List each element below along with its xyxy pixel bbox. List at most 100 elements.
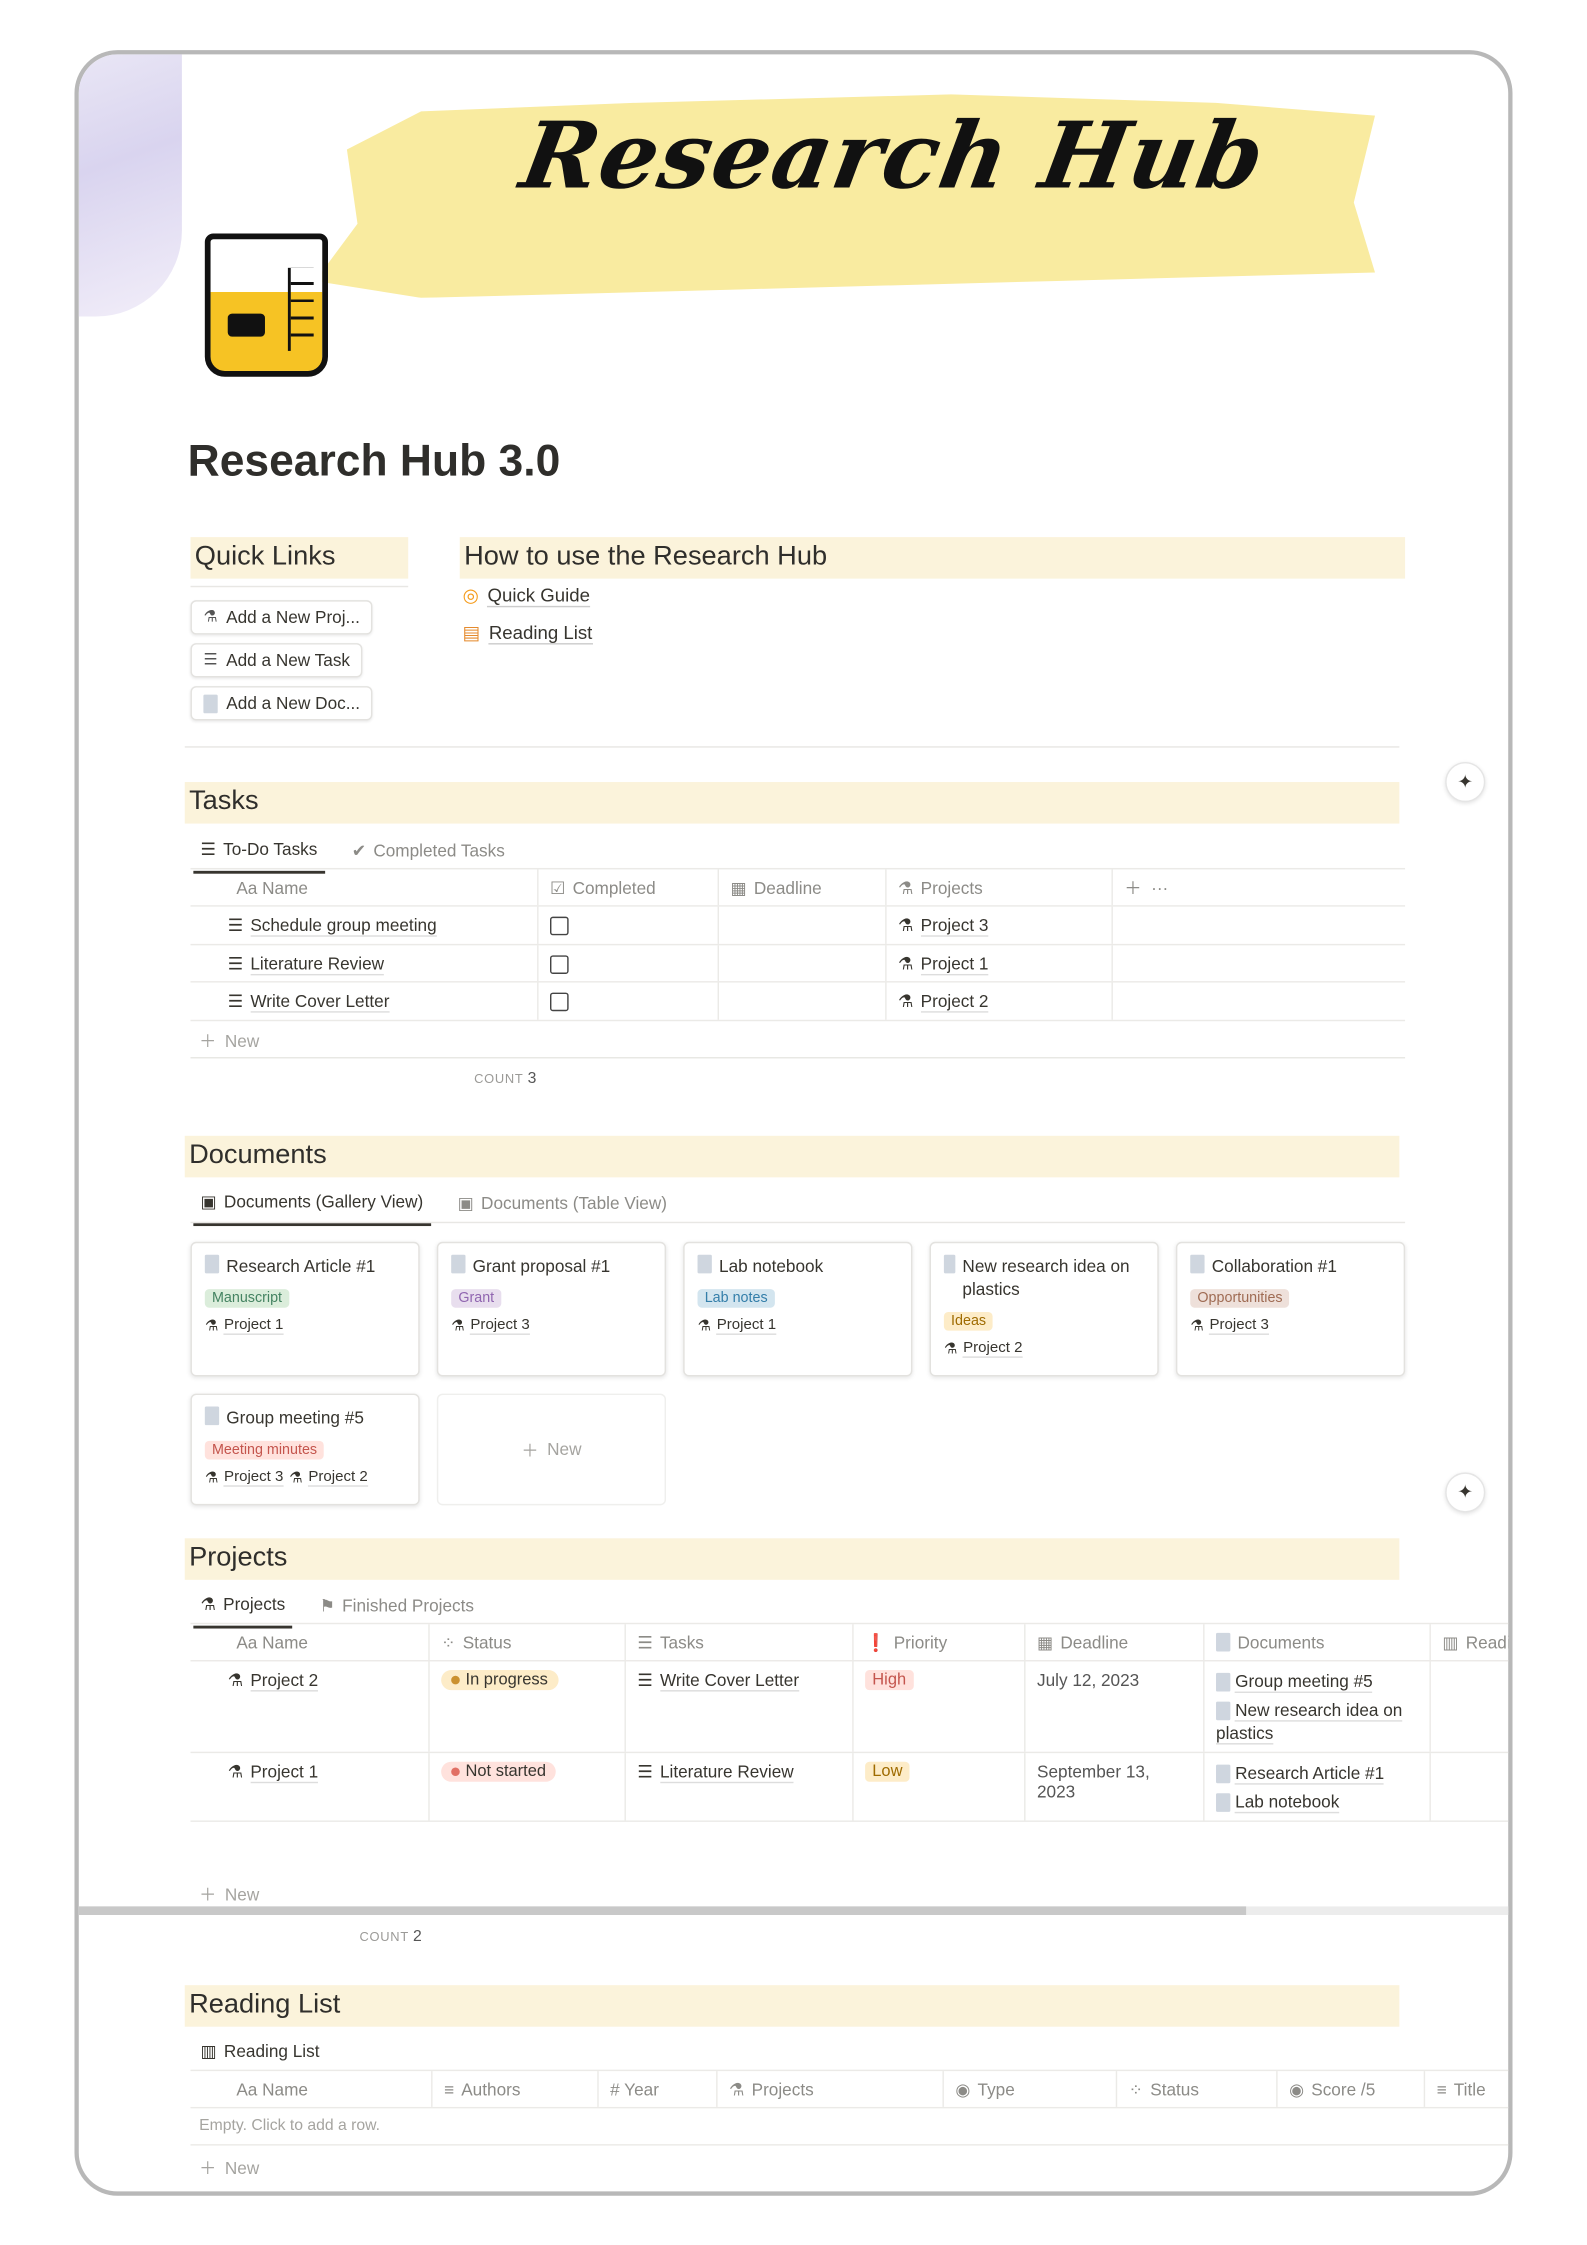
document-link[interactable]: Research Article #1 (1235, 1763, 1385, 1785)
priority-badge[interactable]: High (865, 1670, 914, 1691)
table-row[interactable]: ⚗ Project 1 Not started ☰ Literature Revie… (190, 1753, 1509, 1822)
task-link[interactable]: Literature Review (659, 1762, 794, 1784)
document-icon (1190, 1254, 1205, 1274)
checklist-icon: ☰ (200, 839, 216, 860)
document-card[interactable]: Research Article #1 Manuscript ⚗ Project … (190, 1241, 420, 1377)
task-name[interactable]: Literature Review (250, 953, 385, 975)
document-card[interactable]: New research idea on plastics Ideas ⚗ Pro… (929, 1241, 1159, 1377)
tab-reading-list[interactable]: ▥ Reading List (193, 2041, 326, 2073)
new-project-button[interactable]: ＋ New (199, 1882, 259, 1906)
column-status[interactable]: ⁘ Status (1117, 2071, 1278, 2107)
column-deadline[interactable]: ▦ Deadline (719, 869, 887, 906)
microscope-icon: ⚗ (697, 1316, 712, 1335)
column-priority[interactable]: ❗ Priority (854, 1624, 1026, 1661)
deadline-cell[interactable] (719, 944, 887, 982)
deadline-cell[interactable] (719, 906, 887, 944)
books-icon: ▤ (462, 621, 481, 644)
document-link[interactable]: New research idea on plastics (1216, 1700, 1403, 1745)
column-authors[interactable]: ≡ Authors (433, 2071, 599, 2107)
microscope-icon: ⚗ (898, 915, 914, 936)
empty-row[interactable]: Empty. Click to add a row. (190, 2108, 1509, 2146)
task-name[interactable]: Write Cover Letter (250, 991, 390, 1013)
status-badge[interactable]: In progress (441, 1670, 558, 1691)
project-link[interactable]: Project 1 (716, 1316, 777, 1335)
project-link[interactable]: Project 1 (224, 1316, 284, 1335)
project-name[interactable]: Project 2 (250, 1670, 319, 1692)
table-row[interactable]: ⚗ Project 2 In progress ☰ Write Cover Lett… (190, 1661, 1509, 1754)
column-completed[interactable]: ☑ Completed (539, 869, 720, 906)
status-badge[interactable]: Not started (441, 1761, 557, 1782)
ai-sparkle-button[interactable]: ✦ (1445, 761, 1486, 803)
column-documents[interactable]: Documents (1205, 1624, 1431, 1661)
project-link[interactable]: Project 2 (920, 991, 989, 1013)
document-card[interactable]: Collaboration #1 Opportunities ⚗ Project … (1175, 1241, 1406, 1377)
project-name[interactable]: Project 1 (250, 1762, 319, 1784)
project-link[interactable]: Project 3 (920, 915, 989, 937)
column-deadline[interactable]: ▦ Deadline (1026, 1624, 1205, 1661)
book-icon: ▥ (200, 2041, 217, 2062)
priority-badge[interactable]: Low (865, 1761, 910, 1782)
completed-checkbox[interactable] (550, 992, 569, 1012)
add-task-button[interactable]: ☰ Add a New Task (190, 643, 363, 678)
document-link[interactable]: Lab notebook (1235, 1791, 1340, 1814)
column-title[interactable]: ≡ Title (1425, 2071, 1508, 2107)
task-link[interactable]: Write Cover Letter (659, 1670, 800, 1692)
select-icon: ◉ (1289, 2078, 1305, 2100)
reading-list-link[interactable]: ▤ Reading List (463, 622, 593, 645)
document-card[interactable]: Lab notebook Lab notes ⚗ Project 1 (683, 1241, 913, 1377)
scrollbar-thumb[interactable] (78, 1906, 1247, 1915)
microscope-icon: ⚗ (227, 1761, 244, 1782)
deadline-cell[interactable]: September 13, 2023 (1026, 1753, 1205, 1821)
document-link[interactable]: Group meeting #5 (1235, 1671, 1373, 1693)
column-projects[interactable]: ⚗ Projects (887, 869, 1113, 906)
column-name[interactable]: Aa Name (190, 2071, 433, 2107)
column-reading[interactable]: ▥Readin (1431, 1624, 1508, 1660)
new-task-button[interactable]: ＋ New (199, 1028, 259, 1052)
document-type-tag: Manuscript (204, 1289, 290, 1308)
add-document-button[interactable]: Add a New Doc... (190, 686, 373, 721)
completed-checkbox[interactable] (550, 954, 569, 974)
document-card[interactable]: Group meeting #5 Meeting minutes ⚗ Projec… (190, 1393, 420, 1506)
horizontal-scrollbar[interactable] (78, 1906, 1509, 1915)
add-column-button[interactable]: ＋ ··· (1113, 869, 1199, 905)
document-type-tag: Lab notes (697, 1289, 775, 1308)
table-row[interactable]: ☰ Literature Review ⚗ Project 1 (190, 944, 1406, 983)
project-link[interactable]: Project 2 (963, 1339, 1023, 1358)
new-reading-button[interactable]: ＋ New (199, 2156, 259, 2180)
column-tasks[interactable]: ☰ Tasks (626, 1624, 854, 1661)
checklist-icon: ☰ (227, 953, 244, 974)
new-document-card[interactable]: ＋ New (436, 1393, 667, 1506)
projects-table: Aa Name ⁘ Status ☰ Tasks ❗ Priority ▦ Deadli… (190, 1622, 1509, 1913)
project-link[interactable]: Project 3 (1209, 1316, 1269, 1335)
column-status[interactable]: ⁘ Status (430, 1624, 626, 1661)
document-card[interactable]: Grant proposal #1 Grant ⚗ Project 3 (436, 1241, 667, 1377)
column-name[interactable]: Aa Name (190, 869, 539, 906)
microscope-icon: ⚗ (204, 1468, 219, 1487)
project-link[interactable]: Project 1 (920, 953, 989, 975)
project-link[interactable]: Project 2 (308, 1468, 368, 1487)
deadline-cell[interactable] (719, 982, 887, 1020)
text-icon: ≡ (1436, 2078, 1447, 2100)
project-link[interactable]: Project 3 (470, 1316, 530, 1335)
task-name[interactable]: Schedule group meeting (250, 915, 437, 937)
quick-guide-link[interactable]: ◎ Quick Guide (462, 584, 590, 608)
add-project-button[interactable]: ⚗ Add a New Proj... (190, 600, 373, 635)
column-name[interactable]: Aa Name (190, 1624, 430, 1661)
reading-list-table: Aa Name ≡ Authors # Year ⚗ Projects ◉ Type … (190, 2069, 1509, 2192)
calendar-icon: ▦ (1036, 1632, 1054, 1653)
column-projects[interactable]: ⚗ Projects (718, 2071, 944, 2107)
column-type[interactable]: ◉ Type (944, 2071, 1118, 2107)
deadline-cell[interactable]: July 12, 2023 (1026, 1661, 1205, 1752)
column-year[interactable]: # Year (599, 2071, 718, 2107)
compass-icon: ◎ (462, 584, 479, 606)
ai-sparkle-button[interactable]: ✦ (1445, 1472, 1486, 1513)
project-link[interactable]: Project 3 (224, 1468, 284, 1487)
checklist-icon: ☰ (637, 1761, 653, 1782)
microscope-icon: ⚗ (898, 991, 914, 1012)
column-score[interactable]: ◉ Score /5 (1278, 2071, 1426, 2107)
checklist-icon: ☰ (227, 915, 244, 936)
table-row[interactable]: ☰ Write Cover Letter ⚗ Project 2 (190, 982, 1406, 1021)
completed-checkbox[interactable] (550, 916, 569, 936)
table-row[interactable]: ☰ Schedule group meeting ⚗ Project 3 (190, 906, 1406, 945)
documents-heading: Documents (184, 1135, 1400, 1178)
